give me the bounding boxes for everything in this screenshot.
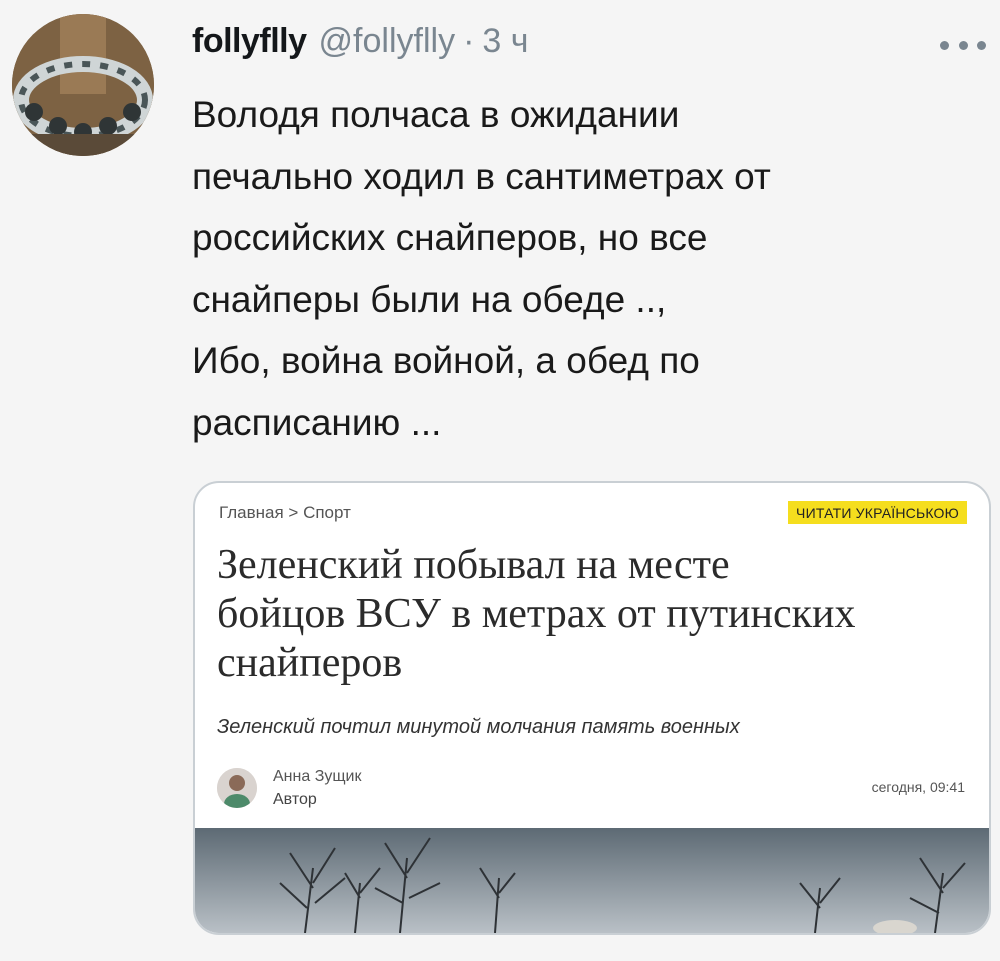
author-role: Автор	[273, 791, 317, 808]
tweet: follyflly @follyflly · 3 ч Володя полчас…	[0, 0, 1000, 961]
tweet-text: Володя полчаса в ожидании печально ходил…	[192, 84, 972, 453]
more-dot	[958, 40, 968, 50]
article-photo	[195, 828, 989, 933]
article-subheadline: Зеленский почтил минутой молчания память…	[217, 716, 740, 738]
article-date: сегодня, 09:41	[871, 779, 965, 795]
header-separator: ·	[463, 22, 475, 60]
tweet-text-line: Володя полчаса в ожидании	[192, 94, 680, 135]
breadcrumb: Главная > Спорт	[219, 503, 351, 522]
more-dots-icon[interactable]	[940, 38, 986, 52]
author-avatar	[217, 768, 257, 808]
tweet-timestamp[interactable]: 3 ч	[482, 22, 528, 61]
embedded-image-card[interactable]: Главная > Спорт ЧИТАТИ УКРАЇНСЬКОЮ Зелен…	[193, 481, 991, 935]
author-name: Анна Зущик	[273, 768, 362, 785]
headline-line: снайперов	[217, 640, 403, 686]
tweet-text-line: снайперы были на обеде ..,	[192, 278, 667, 320]
more-dot	[977, 40, 986, 50]
profile-avatar[interactable]	[12, 14, 154, 156]
headline-line: бойцов ВСУ в метрах от путинских	[217, 591, 856, 637]
language-badge: ЧИТАТИ УКРАЇНСЬКОЮ	[788, 501, 967, 524]
tweet-text-line: печально ходил в сантиметрах от	[192, 155, 771, 197]
tweet-header: follyflly @follyflly · 3 ч	[192, 22, 528, 68]
article-headline: Зеленский побывал на месте бойцов ВСУ в …	[217, 541, 977, 688]
display-name[interactable]: follyflly	[192, 22, 307, 61]
tweet-text-line: российских снайперов, но все	[192, 217, 708, 258]
tweet-text-line: расписанию ...	[192, 401, 442, 443]
headline-line: Зеленский побывал на месте	[217, 542, 730, 588]
tweet-text-line: Ибо, война войной, а обед по	[192, 340, 700, 381]
more-dot	[940, 40, 949, 50]
user-handle[interactable]: @follyflly	[319, 22, 456, 61]
